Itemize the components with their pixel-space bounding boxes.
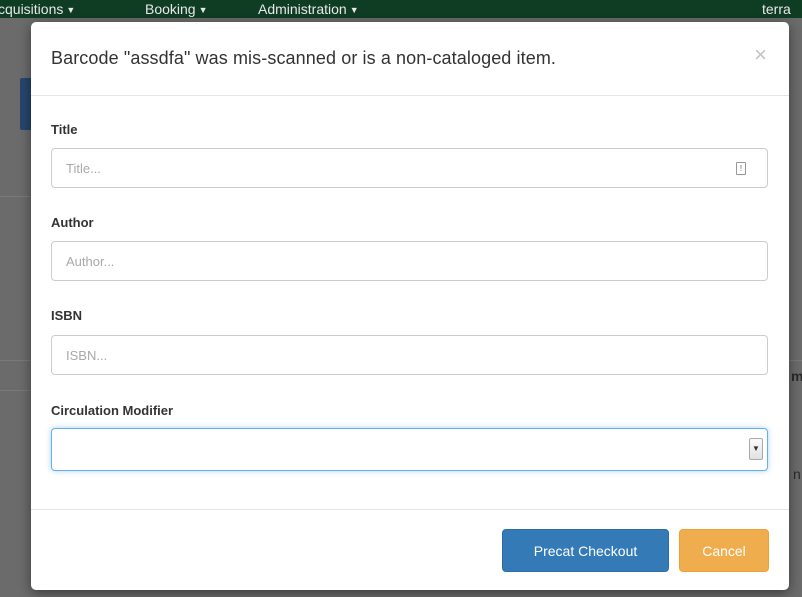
- modal-title: Barcode "assdfa" was mis-scanned or is a…: [51, 48, 557, 68]
- modal-header: Barcode "assdfa" was mis-scanned or is a…: [31, 22, 789, 96]
- isbn-label: ISBN: [51, 308, 83, 323]
- nav-administration-label: Administration: [258, 1, 347, 17]
- nav-administration[interactable]: Administration ▼: [258, 0, 359, 19]
- nav-acquisitions[interactable]: cquisitions ▼: [0, 0, 75, 19]
- background-text-fragment: n: [793, 466, 801, 482]
- title-input[interactable]: [51, 148, 768, 188]
- top-navbar: cquisitions ▼ Booking ▼ Administration ▼ te…: [0, 0, 802, 18]
- modal-footer-divider: [31, 509, 789, 510]
- background-divider: [789, 360, 802, 361]
- background-divider: [0, 360, 31, 361]
- caret-down-icon: ▼: [198, 5, 208, 15]
- nav-booking[interactable]: Booking ▼: [145, 0, 208, 19]
- nav-user[interactable]: terra: [762, 0, 791, 18]
- precat-modal: Barcode "assdfa" was mis-scanned or is a…: [31, 22, 789, 590]
- close-icon[interactable]: ×: [754, 44, 767, 66]
- input-indicator-icon: !: [736, 162, 746, 175]
- nav-booking-label: Booking: [145, 1, 196, 17]
- background-divider: [0, 390, 31, 391]
- background-divider: [0, 196, 31, 197]
- caret-down-icon: ▼: [349, 5, 359, 15]
- circ-modifier-select[interactable]: ▼: [51, 428, 768, 471]
- nav-acquisitions-label: cquisitions: [0, 1, 64, 17]
- cancel-button[interactable]: Cancel: [679, 529, 769, 572]
- chevron-down-icon[interactable]: ▼: [749, 438, 763, 460]
- author-input[interactable]: [51, 241, 768, 281]
- precat-checkout-button[interactable]: Precat Checkout: [502, 529, 669, 572]
- author-label: Author: [51, 215, 94, 230]
- circ-modifier-label: Circulation Modifier: [51, 403, 174, 418]
- title-label: Title: [51, 122, 78, 137]
- caret-down-icon: ▼: [66, 5, 76, 15]
- isbn-input[interactable]: [51, 335, 768, 375]
- background-text-fragment: m: [791, 368, 802, 384]
